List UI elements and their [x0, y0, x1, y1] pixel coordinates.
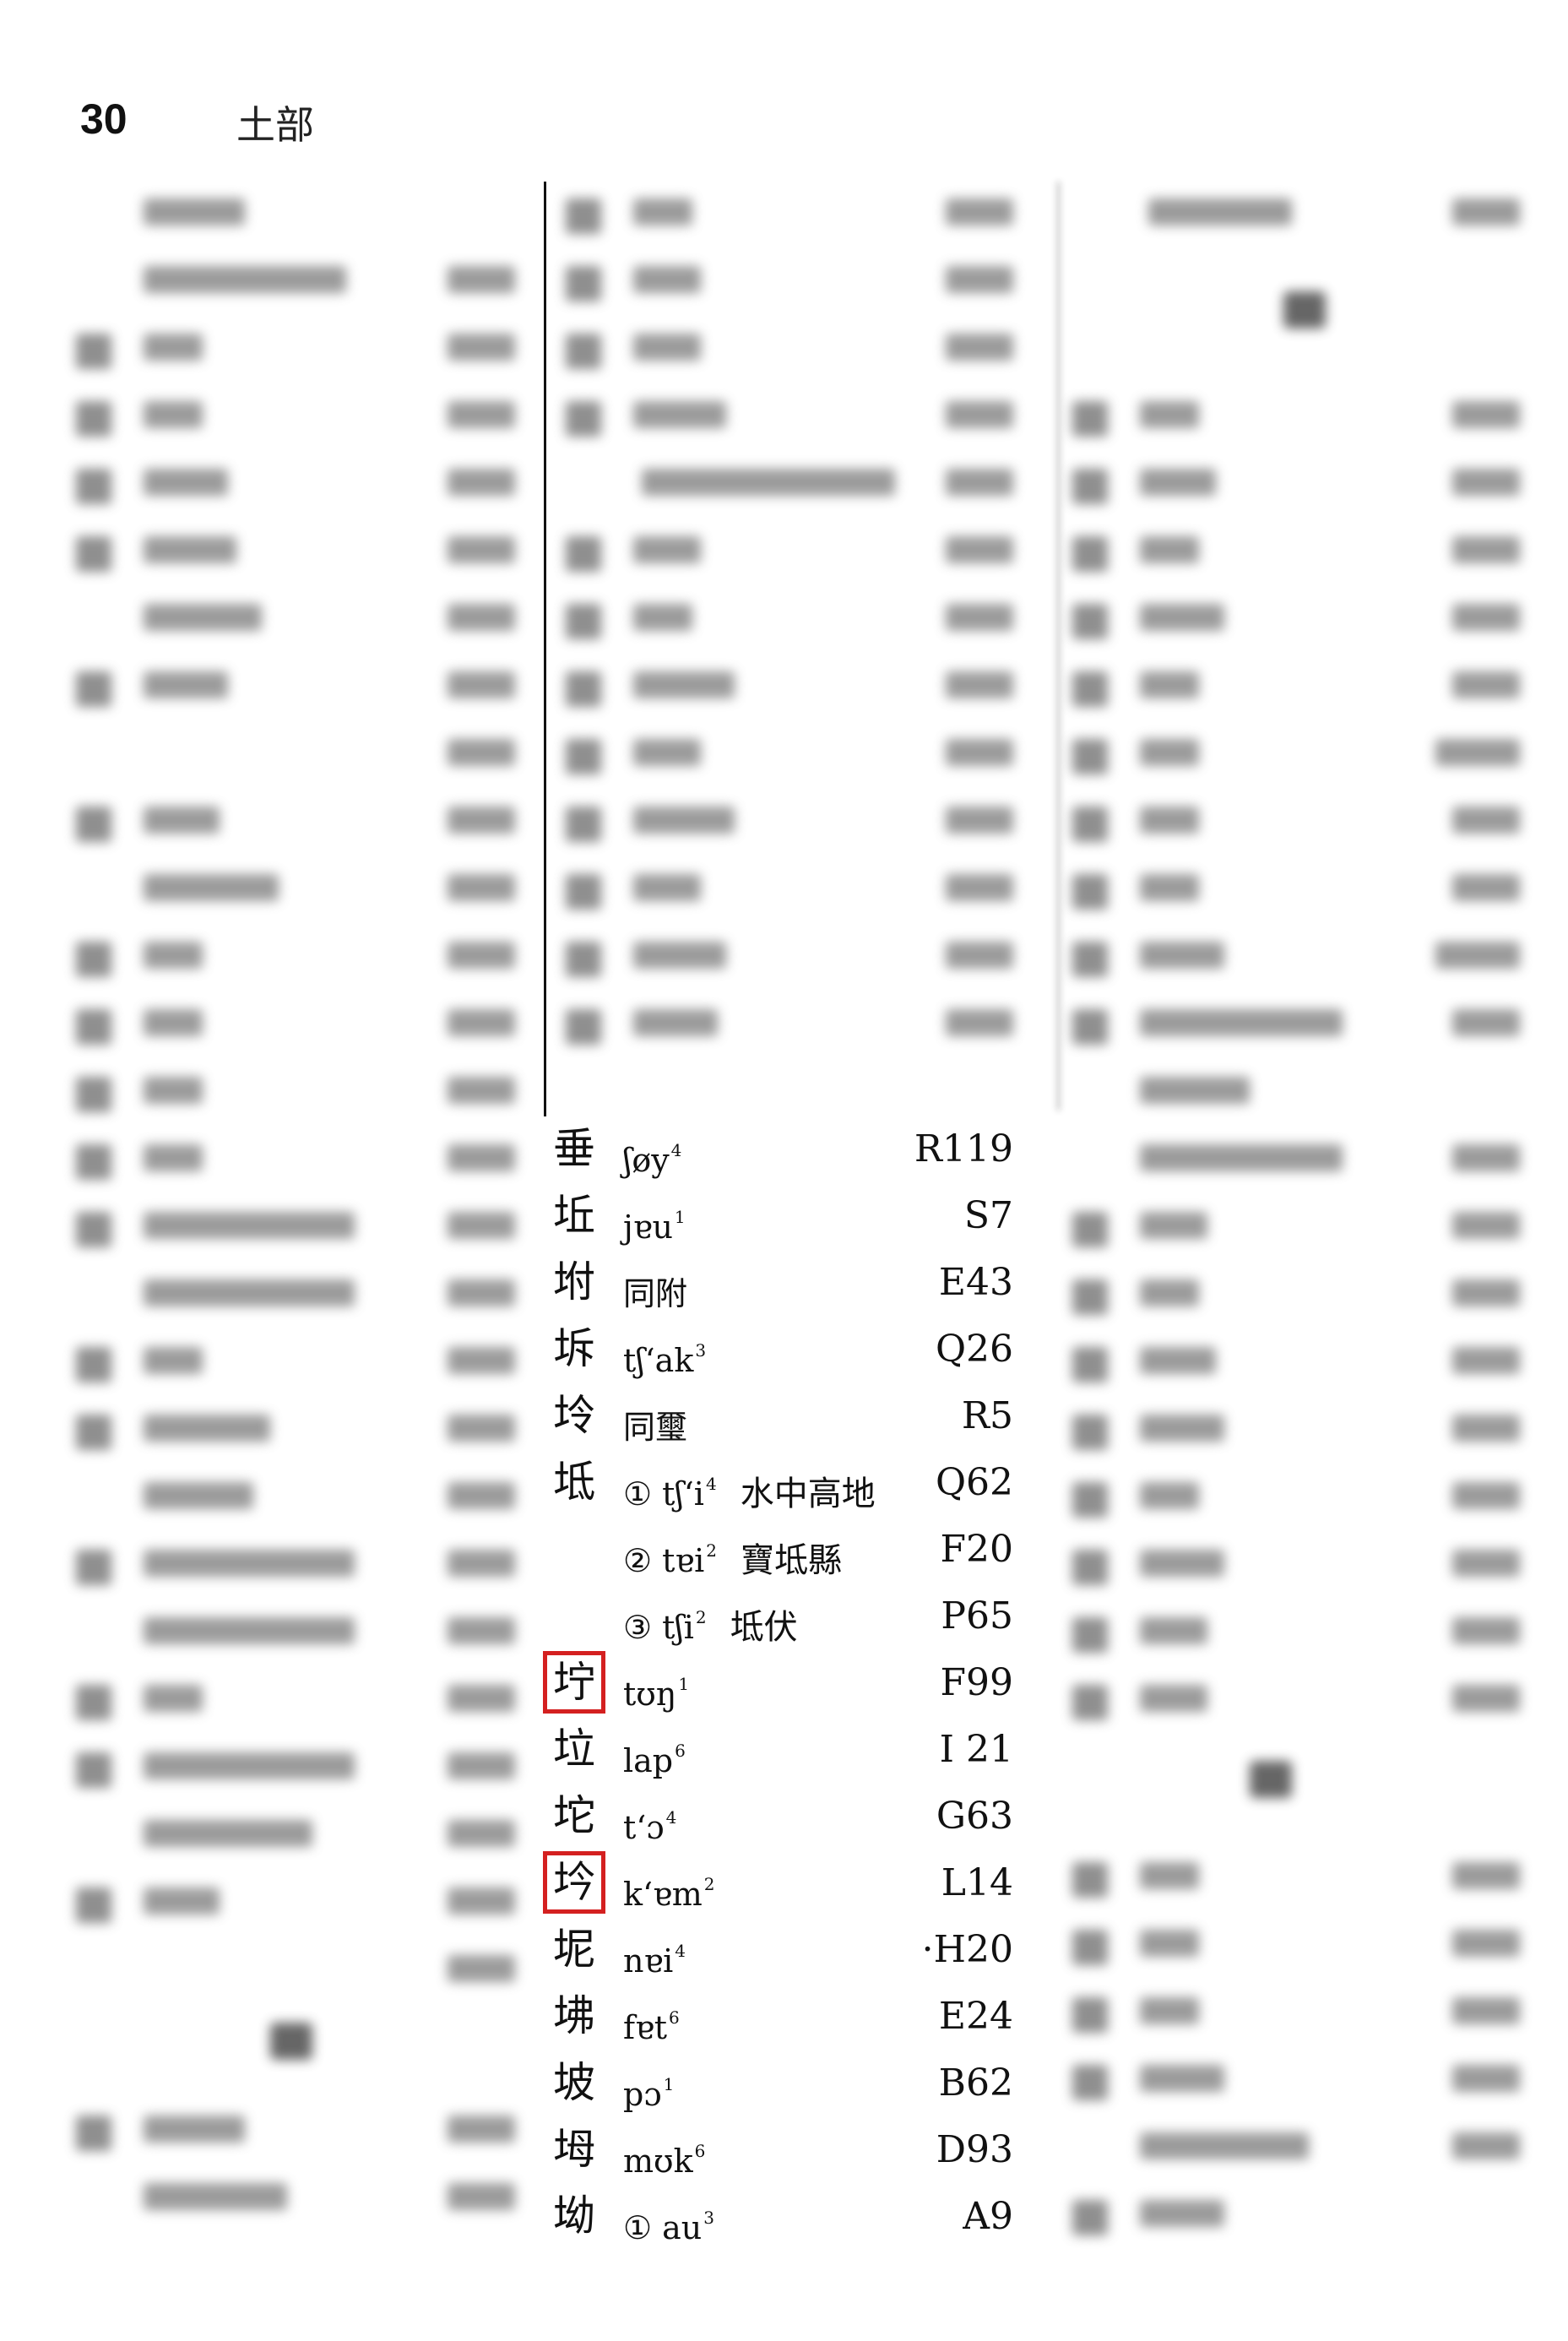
entry-pronunciation: nɐi 4	[623, 1941, 686, 1980]
list-item: 坳 ① au 3 A9	[529, 2184, 1013, 2251]
entry-head-char: 坡	[553, 2058, 595, 2107]
list-item: 坭 nɐi 4 ·H20	[529, 1917, 1013, 1984]
entry-pronunciation: pɔ 1	[623, 2074, 675, 2113]
entry-pronunciation: ① au 3	[623, 2208, 715, 2246]
list-item: 坲 fɐt 6 E24	[529, 1984, 1013, 2050]
section-title: 土部	[236, 102, 314, 148]
entry-pronunciation: 同附	[623, 1275, 688, 1312]
entry-code: R119	[914, 1127, 1013, 1170]
list-item: 垂 ʃøy 4 R119	[529, 1116, 1013, 1183]
entry-code: I 21	[939, 1728, 1013, 1771]
entry-code: F20	[940, 1528, 1013, 1571]
entry-pronunciation: fɐt 6	[623, 2007, 680, 2046]
entry-pronunciation: ③ tʃi 2 坻伏	[623, 1607, 798, 1647]
entry-code: S7	[963, 1194, 1013, 1237]
column-divider-right	[1057, 182, 1060, 1111]
entry-code: ·H20	[921, 1928, 1013, 1971]
entry-code: F99	[940, 1661, 1013, 1704]
entry-head-char: 坨	[553, 1791, 595, 1840]
entry-pronunciation: ʃøy 4	[623, 1140, 682, 1179]
entry-head-char	[549, 1590, 600, 1641]
entry-pronunciation: mʊk 6	[623, 2141, 706, 2180]
entry-code: D93	[936, 2128, 1013, 2171]
entry-code: P65	[941, 1594, 1013, 1638]
blurred-middle-column	[549, 182, 1022, 1111]
entry-pronunciation: tʃʻak 3	[623, 1340, 707, 1379]
entry-pronunciation: tʊŋ 1	[623, 1674, 690, 1713]
blurred-right-column	[1064, 182, 1537, 2276]
list-item: 坻 ① tʃʻi 4 水中高地 Q62	[529, 1450, 1013, 1517]
entry-code: A9	[963, 2195, 1013, 2238]
entry-code: L14	[941, 1861, 1013, 1904]
entry-head-char: 垂	[553, 1124, 595, 1173]
entry-pronunciation: ② tɐi 2 寶坻縣	[623, 1540, 842, 1580]
entry-code: G63	[936, 1795, 1013, 1838]
entry-head-char: 坼	[553, 1324, 595, 1373]
list-item: 坵 jɐu 1 S7	[529, 1183, 1013, 1250]
entry-pronunciation: kʻɐm 2	[623, 1874, 715, 1913]
entry-pronunciation: tʻɔ 4	[623, 1807, 677, 1846]
list-item: ③ tʃi 2 坻伏 P65	[529, 1583, 1013, 1650]
list-item: 坅 kʻɐm 2 L14	[529, 1850, 1013, 1917]
list-item: 坶 mʊk 6 D93	[529, 2117, 1013, 2184]
list-item: 垃 lap 6 I 21	[529, 1717, 1013, 1784]
entry-head-char: 坵	[553, 1191, 595, 1240]
entry-code: B62	[938, 2061, 1013, 2105]
entry-head-char: 坻	[553, 1458, 595, 1507]
entry-code: E24	[938, 1995, 1013, 2038]
entry-head-char: 坳	[553, 2192, 595, 2241]
entry-pronunciation: ① tʃʻi 4 水中高地	[623, 1474, 876, 1513]
entry-head-char: 垃	[553, 1725, 595, 1773]
entry-pronunciation: 同璽	[623, 1409, 688, 1446]
list-item: 坾 tʊŋ 1 F99	[529, 1650, 1013, 1717]
entry-head-char: 坲	[553, 1991, 595, 2040]
entry-code: Q26	[935, 1328, 1013, 1371]
list-item: 坡 pɔ 1 B62	[529, 2050, 1013, 2117]
list-item: 坽 同璽 R5	[529, 1383, 1013, 1450]
list-item: 坨 tʻɔ 4 G63	[529, 1784, 1013, 1850]
entry-head-char: 坶	[553, 2125, 595, 2174]
page-number: 30	[80, 95, 128, 143]
entry-code: E43	[938, 1261, 1013, 1304]
entry-code: Q62	[935, 1461, 1013, 1504]
entry-code: R5	[961, 1394, 1013, 1437]
blurred-left-column	[51, 182, 524, 2276]
entry-pronunciation: jɐu 1	[623, 1207, 686, 1246]
entry-head-char-highlighted: 坅	[543, 1851, 605, 1914]
entry-pronunciation: lap 6	[623, 1741, 686, 1779]
entry-head-char: 坽	[553, 1391, 595, 1440]
entry-head-char: 坿	[553, 1257, 595, 1306]
list-item: ② tɐi 2 寶坻縣 F20	[529, 1517, 1013, 1583]
entry-head-char	[549, 1524, 600, 1574]
list-item: 坼 tʃʻak 3 Q26	[529, 1317, 1013, 1383]
entry-head-char-highlighted: 坾	[543, 1651, 605, 1714]
entry-head-char: 坭	[553, 1925, 595, 1974]
list-item: 坿 同附 E43	[529, 1250, 1013, 1317]
dictionary-entry-list: 垂 ʃøy 4 R119 坵 jɐu 1 S7 坿 同附 E43 坼 tʃʻak 3 …	[529, 1116, 1013, 2248]
